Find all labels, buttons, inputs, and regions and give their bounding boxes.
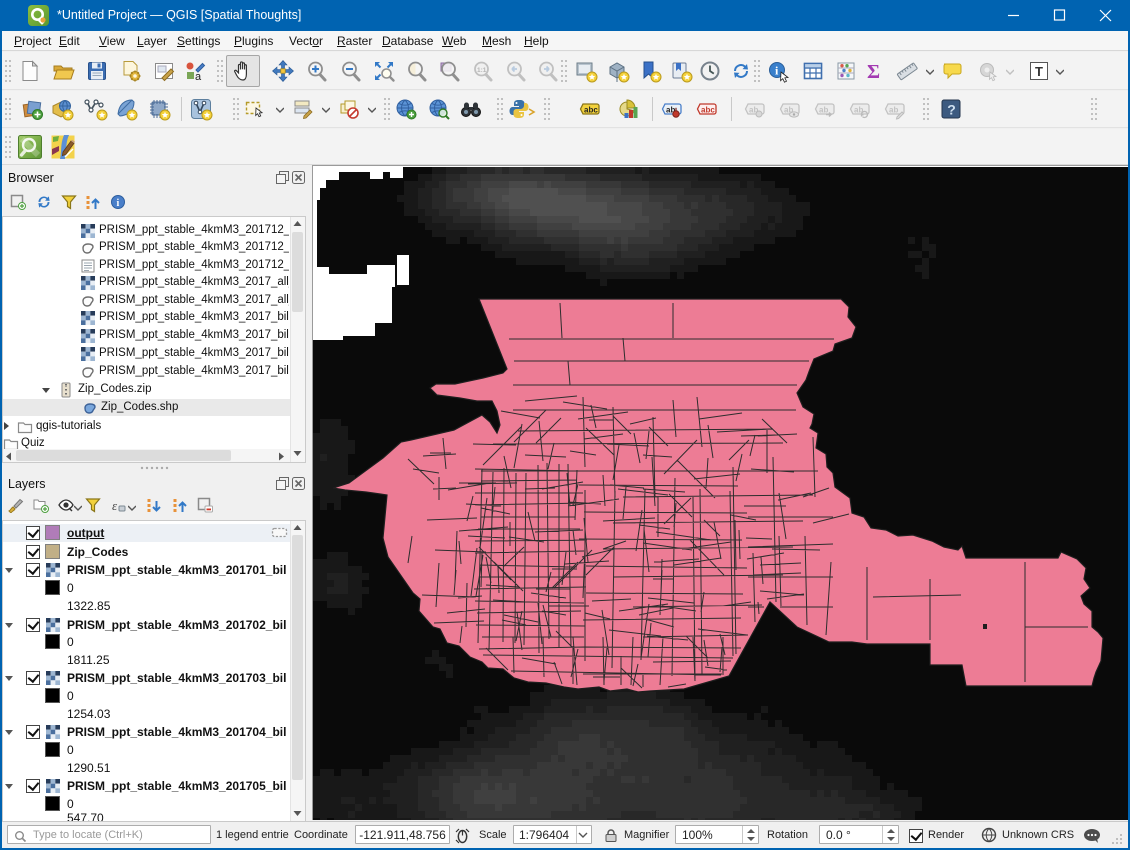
svg-text:i: i: [117, 198, 120, 209]
svg-text:T: T: [1035, 64, 1043, 79]
svg-text:abc: abc: [584, 106, 598, 115]
svg-text:abc: abc: [701, 106, 715, 115]
svg-text:ab: ab: [889, 106, 898, 115]
svg-text:ab: ab: [819, 106, 828, 115]
svg-text:a: a: [195, 71, 202, 83]
svg-text:Σ: Σ: [867, 61, 880, 83]
svg-text:ε: ε: [112, 498, 118, 513]
svg-text:1:1: 1:1: [477, 67, 487, 74]
svg-text:?: ?: [947, 102, 956, 118]
